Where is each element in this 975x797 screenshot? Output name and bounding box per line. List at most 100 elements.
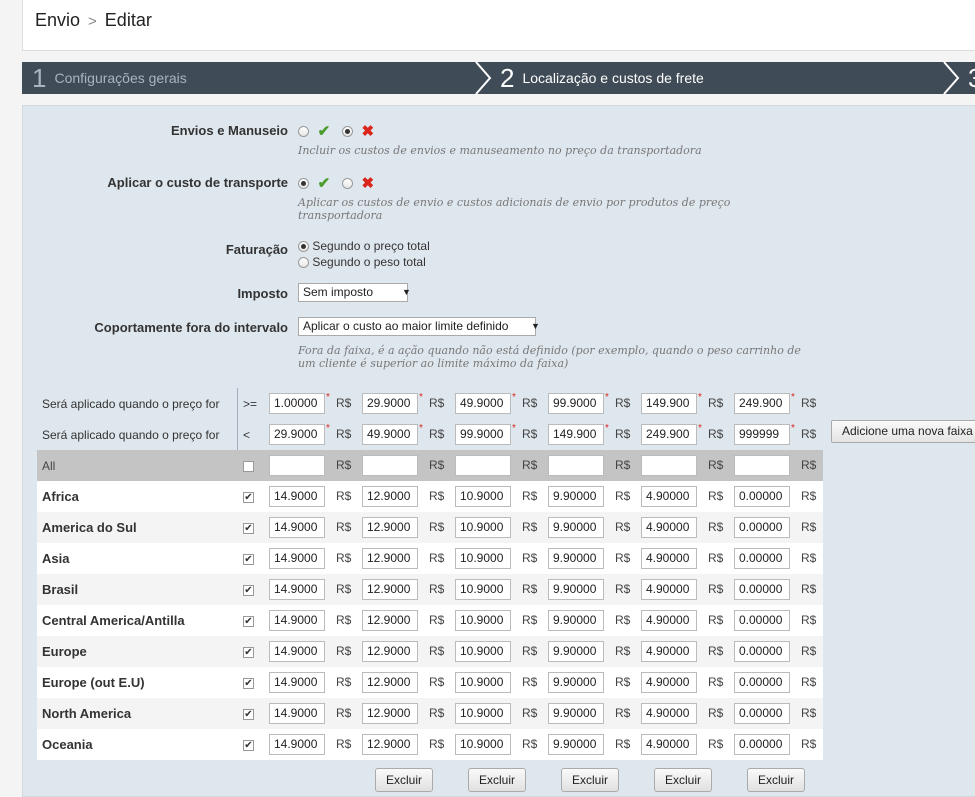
zone-checkbox[interactable]: ✔ [243,523,254,534]
handling-yes-radio[interactable] [298,125,309,137]
range-from-input[interactable]: 49.9000 [455,393,511,414]
add-range-button[interactable]: Adicione uma nova faixa [831,420,975,443]
billing-weight-radio[interactable] [298,257,309,269]
zone-price-input[interactable]: 12.9000 [362,579,418,600]
range-to-input[interactable]: 99.9000 [455,424,511,445]
wizard-step-3[interactable]: 3 [968,62,975,94]
zone-price-input[interactable]: 14.9000 [269,672,325,693]
zone-price-input[interactable]: 12.9000 [362,610,418,631]
all-zones-price-input[interactable] [455,455,511,476]
all-zones-price-input[interactable] [548,455,604,476]
zone-price-input[interactable]: 14.9000 [269,610,325,631]
zone-price-input[interactable]: 4.90000 [641,610,697,631]
zone-price-input[interactable]: 0.00000 [734,641,790,662]
zone-price-input[interactable]: 12.9000 [362,486,418,507]
zone-price-input[interactable]: 10.9000 [455,486,511,507]
range-to-input[interactable]: 29.9000 [269,424,325,445]
billing-option-weight[interactable]: Segundo o peso total [298,254,430,270]
range-to-input[interactable]: 249.900 [641,424,697,445]
zone-price-input[interactable]: 12.9000 [362,703,418,724]
billing-price-radio[interactable] [298,241,309,253]
zone-price-input[interactable]: 12.9000 [362,734,418,755]
zone-price-input[interactable]: 10.9000 [455,703,511,724]
zone-price-input[interactable]: 10.9000 [455,734,511,755]
billing-option-price[interactable]: Segundo o preço total [298,238,430,254]
zone-price-input[interactable]: 4.90000 [641,548,697,569]
zone-checkbox[interactable]: ✔ [243,616,254,627]
range-to-input[interactable]: 49.9000 [362,424,418,445]
zone-checkbox[interactable]: ✔ [243,554,254,565]
transport-yes-radio[interactable] [298,177,309,189]
all-zones-price-input[interactable] [269,455,325,476]
zone-price-input[interactable]: 0.00000 [734,734,790,755]
zone-price-input[interactable]: 9.90000 [548,641,604,662]
out-of-range-select[interactable]: Aplicar o custo ao maior limite definido… [298,317,540,336]
delete-range-button[interactable]: Excluir [375,768,433,792]
zone-price-input[interactable]: 0.00000 [734,703,790,724]
zone-checkbox[interactable]: ✔ [243,740,254,751]
zone-price-input[interactable]: 10.9000 [455,548,511,569]
zone-price-input[interactable]: 4.90000 [641,672,697,693]
range-to-input[interactable]: 149.900 [548,424,604,445]
zone-checkbox[interactable]: ✔ [243,492,254,503]
zone-price-input[interactable]: 10.9000 [455,610,511,631]
zone-price-input[interactable]: 4.90000 [641,641,697,662]
handling-no-radio[interactable] [341,125,353,137]
zone-price-input[interactable]: 10.9000 [455,641,511,662]
zone-price-input[interactable]: 9.90000 [548,703,604,724]
zone-price-input[interactable]: 14.9000 [269,517,325,538]
range-to-input[interactable]: 999999 [734,424,790,445]
zone-price-input[interactable]: 4.90000 [641,579,697,600]
delete-range-button[interactable]: Excluir [561,768,619,792]
zone-price-input[interactable]: 0.00000 [734,548,790,569]
wizard-step-2[interactable]: 2 Localização e custos de frete [500,62,704,94]
zone-price-input[interactable]: 0.00000 [734,610,790,631]
zone-checkbox[interactable]: ✔ [243,678,254,689]
zone-price-input[interactable]: 9.90000 [548,517,604,538]
tax-select[interactable]: Sem imposto ▼ [298,283,411,302]
delete-range-button[interactable]: Excluir [654,768,712,792]
zone-price-input[interactable]: 12.9000 [362,672,418,693]
wizard-step-1[interactable]: 1 Configurações gerais [32,62,187,94]
zone-price-input[interactable]: 14.9000 [269,641,325,662]
zone-price-input[interactable]: 12.9000 [362,517,418,538]
all-zones-price-input[interactable] [362,455,418,476]
zone-price-input[interactable]: 10.9000 [455,517,511,538]
zone-price-input[interactable]: 14.9000 [269,486,325,507]
all-zones-price-input[interactable] [734,455,790,476]
all-zones-checkbox[interactable] [243,461,254,472]
zone-price-input[interactable]: 10.9000 [455,579,511,600]
zone-checkbox[interactable]: ✔ [243,709,254,720]
zone-checkbox[interactable]: ✔ [243,647,254,658]
zone-price-input[interactable]: 10.9000 [455,672,511,693]
range-from-input[interactable]: 1.00000 [269,393,325,414]
zone-price-input[interactable]: 0.00000 [734,579,790,600]
range-from-input[interactable]: 99.9000 [548,393,604,414]
zone-price-input[interactable]: 4.90000 [641,517,697,538]
zone-price-input[interactable]: 4.90000 [641,703,697,724]
zone-price-input[interactable]: 9.90000 [548,610,604,631]
zone-price-input[interactable]: 9.90000 [548,548,604,569]
zone-price-input[interactable]: 9.90000 [548,486,604,507]
range-from-input[interactable]: 149.900 [641,393,697,414]
zone-price-input[interactable]: 0.00000 [734,517,790,538]
zone-price-input[interactable]: 14.9000 [269,548,325,569]
delete-range-button[interactable]: Excluir [747,768,805,792]
zone-price-input[interactable]: 4.90000 [641,486,697,507]
all-zones-price-input[interactable] [641,455,697,476]
zone-price-input[interactable]: 12.9000 [362,641,418,662]
zone-price-input[interactable]: 14.9000 [269,734,325,755]
zone-price-input[interactable]: 0.00000 [734,672,790,693]
zone-price-input[interactable]: 12.9000 [362,548,418,569]
transport-no-radio[interactable] [341,177,353,189]
zone-price-input[interactable]: 14.9000 [269,579,325,600]
breadcrumb-root[interactable]: Envio [35,10,80,30]
delete-range-button[interactable]: Excluir [468,768,526,792]
zone-price-input[interactable]: 9.90000 [548,672,604,693]
zone-price-input[interactable]: 0.00000 [734,486,790,507]
zone-price-input[interactable]: 9.90000 [548,734,604,755]
zone-price-input[interactable]: 9.90000 [548,579,604,600]
zone-price-input[interactable]: 14.9000 [269,703,325,724]
range-from-input[interactable]: 249.900 [734,393,790,414]
zone-price-input[interactable]: 4.90000 [641,734,697,755]
